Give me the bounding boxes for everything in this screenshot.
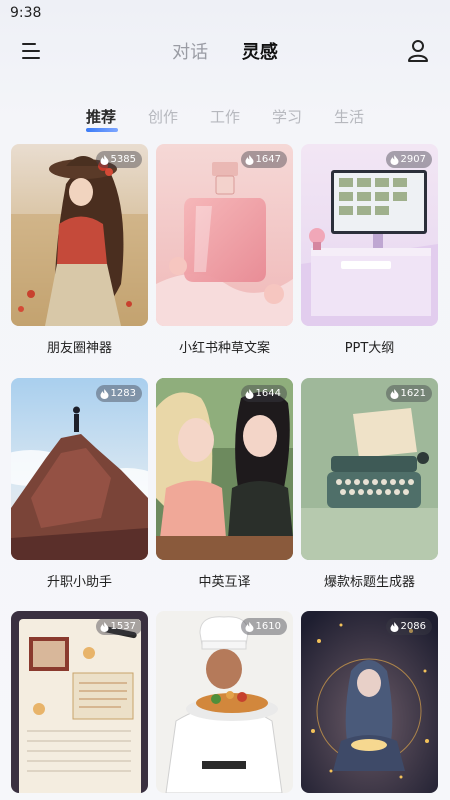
flame-icon bbox=[390, 621, 399, 632]
flame-icon bbox=[100, 388, 109, 399]
category-tab-create[interactable]: 创作 bbox=[148, 106, 178, 127]
typewriter-image: 1621 bbox=[301, 378, 438, 560]
category-tab-study[interactable]: 学习 bbox=[272, 106, 302, 127]
flame-icon bbox=[100, 154, 109, 165]
category-tab-recommend[interactable]: 推荐 bbox=[86, 106, 116, 127]
card-xiaohongshu-copy[interactable]: 1647 小红书种草文案 bbox=[156, 144, 293, 356]
card-reading-stars[interactable]: 2086 bbox=[301, 611, 438, 793]
category-tab-life[interactable]: 生活 bbox=[334, 106, 364, 127]
perfume-bottle-image: 1647 bbox=[156, 144, 293, 326]
chef-image: 1610 bbox=[156, 611, 293, 793]
man-on-mountain-image: 1283 bbox=[11, 378, 148, 560]
card-moments[interactable]: 5385 朋友圈神器 bbox=[11, 144, 148, 356]
main-tabs: 对话 灵感 bbox=[0, 38, 450, 64]
status-bar: 9:38 bbox=[0, 0, 450, 26]
usage-badge: 1621 bbox=[385, 385, 432, 402]
usage-badge: 1283 bbox=[95, 385, 142, 402]
category-tab-work[interactable]: 工作 bbox=[210, 106, 240, 127]
profile-icon[interactable] bbox=[406, 38, 430, 64]
usage-count: 1283 bbox=[110, 388, 136, 399]
card-headline-generator[interactable]: 1621 爆款标题生成器 bbox=[301, 378, 438, 590]
card-notebook[interactable]: 1537 bbox=[11, 611, 148, 793]
top-nav: 对话 灵感 bbox=[0, 34, 450, 70]
card-title: 中英互译 bbox=[198, 575, 251, 590]
usage-count: 1644 bbox=[255, 388, 281, 399]
flame-icon bbox=[100, 621, 109, 632]
usage-badge: 1537 bbox=[95, 618, 142, 635]
usage-badge: 5385 bbox=[95, 151, 142, 168]
flame-icon bbox=[390, 154, 399, 165]
tab-chat[interactable]: 对话 bbox=[172, 38, 208, 64]
tab-inspiration[interactable]: 灵感 bbox=[242, 38, 278, 64]
desk-monitor-image: 2907 bbox=[301, 144, 438, 326]
status-time: 9:38 bbox=[10, 5, 42, 21]
usage-count: 2907 bbox=[400, 154, 426, 165]
usage-badge: 1644 bbox=[240, 385, 287, 402]
card-cn-en-translate[interactable]: 1644 中英互译 bbox=[156, 378, 293, 590]
girl-reading-stars-image: 2086 bbox=[301, 611, 438, 793]
girl-in-field-image: 5385 bbox=[11, 144, 148, 326]
usage-count: 2086 bbox=[400, 621, 426, 632]
usage-count: 1610 bbox=[255, 621, 281, 632]
notebook-image: 1537 bbox=[11, 611, 148, 793]
flame-icon bbox=[245, 621, 254, 632]
card-promotion-helper[interactable]: 1283 升职小助手 bbox=[11, 378, 148, 590]
flame-icon bbox=[245, 154, 254, 165]
usage-count: 1647 bbox=[255, 154, 281, 165]
usage-badge: 2086 bbox=[385, 618, 432, 635]
card-title: 爆款标题生成器 bbox=[323, 575, 415, 590]
two-girls-image: 1644 bbox=[156, 378, 293, 560]
card-title: PPT大纲 bbox=[344, 341, 395, 356]
card-chef[interactable]: 1610 bbox=[156, 611, 293, 793]
usage-count: 1537 bbox=[110, 621, 136, 632]
usage-count: 5385 bbox=[110, 154, 136, 165]
usage-badge: 1647 bbox=[240, 151, 287, 168]
usage-badge: 1610 bbox=[240, 618, 287, 635]
flame-icon bbox=[390, 388, 399, 399]
category-active-indicator bbox=[86, 128, 118, 132]
usage-count: 1621 bbox=[400, 388, 426, 399]
card-title: 升职小助手 bbox=[46, 575, 112, 590]
flame-icon bbox=[245, 388, 254, 399]
card-title: 朋友圈神器 bbox=[46, 341, 112, 356]
usage-badge: 2907 bbox=[385, 151, 432, 168]
card-title: 小红书种草文案 bbox=[178, 341, 270, 356]
card-ppt-outline[interactable]: 2907 PPT大纲 bbox=[301, 144, 438, 356]
